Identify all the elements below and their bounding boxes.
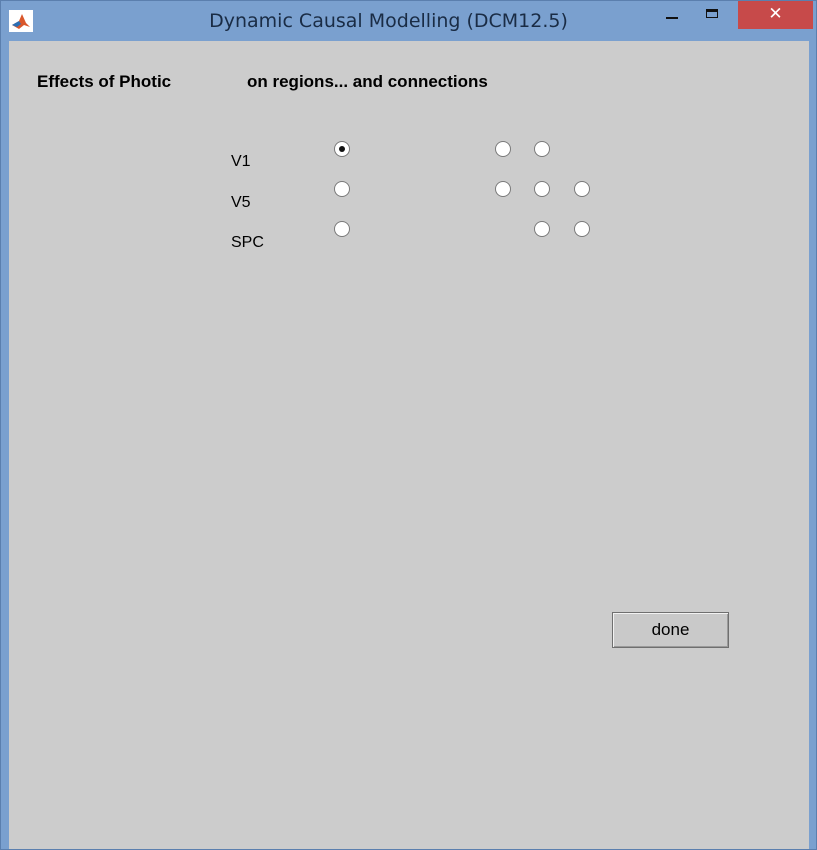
maximize-button[interactable] <box>695 1 731 27</box>
window-title: Dynamic Causal Modelling (DCM12.5) <box>209 10 568 32</box>
region-radio-spc[interactable] <box>334 221 350 237</box>
client-area <box>9 61 809 849</box>
region-label-spc: SPC <box>231 234 264 251</box>
connection-radio-3-3[interactable] <box>574 221 590 237</box>
regions-connections-label: on regions... and connections <box>247 72 488 91</box>
done-button[interactable]: done <box>612 612 729 648</box>
effects-label: Effects of Photic <box>37 72 172 91</box>
title-bar[interactable]: Dynamic Causal Modelling (DCM12.5) ✕ <box>1 1 816 41</box>
dcm-window: Dynamic Causal Modelling (DCM12.5) ✕ Eff… <box>0 0 817 850</box>
connection-radio-1-1[interactable] <box>495 141 511 157</box>
region-radio-v5[interactable] <box>334 181 350 197</box>
close-icon: ✕ <box>768 4 783 24</box>
connection-radio-2-1[interactable] <box>495 181 511 197</box>
connection-radio-3-2[interactable] <box>534 221 550 237</box>
client-area-top <box>9 41 809 63</box>
region-radio-v1[interactable] <box>334 141 350 157</box>
connection-radio-2-3[interactable] <box>574 181 590 197</box>
region-label-v5: V5 <box>231 194 251 211</box>
connection-radio-1-2[interactable] <box>534 141 550 157</box>
region-label-v1: V1 <box>231 153 251 170</box>
connection-radio-2-2[interactable] <box>534 181 550 197</box>
minimize-button[interactable] <box>654 1 690 27</box>
close-button[interactable]: ✕ <box>738 1 813 29</box>
